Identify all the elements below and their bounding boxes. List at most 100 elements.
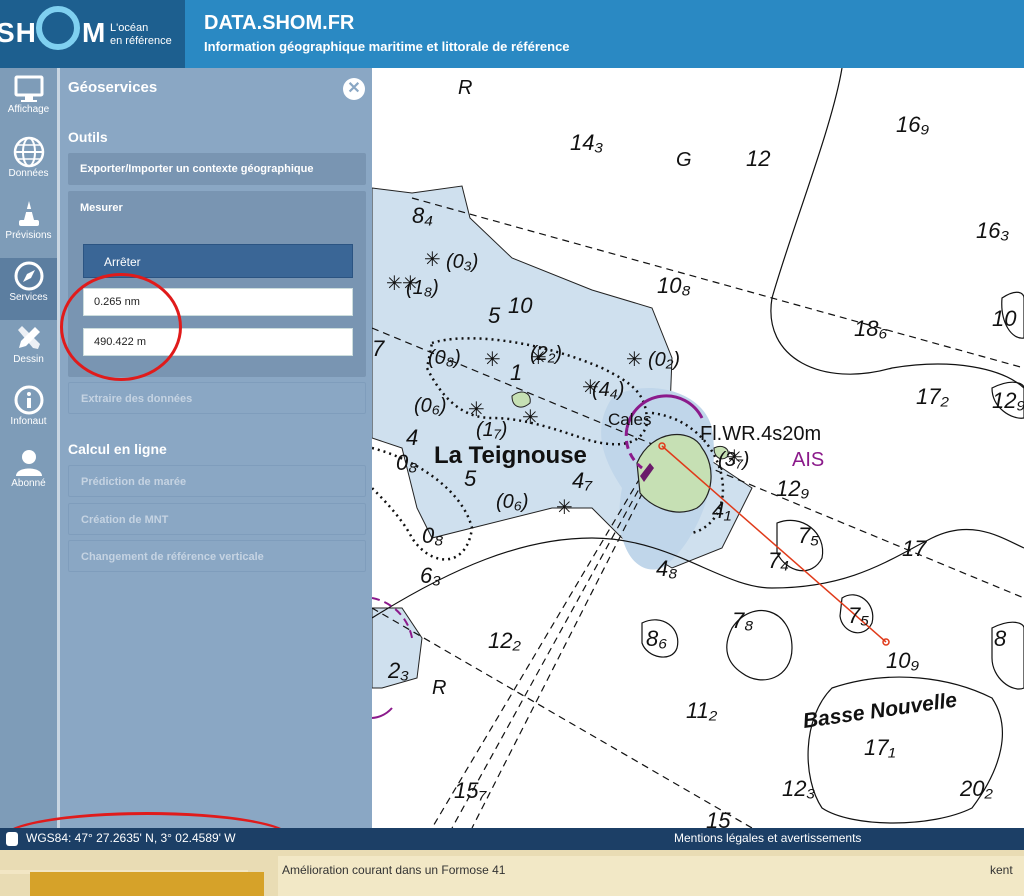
svg-text:6₃: 6₃ (420, 563, 441, 588)
nav-abonne-label: Abonné (11, 478, 46, 489)
nav-affichage-label: Affichage (7, 104, 50, 115)
chart-letter-r-top: R (458, 77, 472, 99)
svg-text:12₉: 12₉ (992, 388, 1024, 413)
svg-text:✳: ✳ (402, 271, 419, 295)
svg-text:17₁: 17₁ (864, 735, 895, 760)
svg-text:(0₆): (0₆) (496, 491, 529, 513)
compass-icon (14, 261, 43, 291)
nav-dessin-label: Dessin (13, 354, 44, 365)
svg-text:4₁: 4₁ (712, 498, 731, 523)
svg-text:14₃: 14₃ (570, 130, 603, 155)
svg-text:✳: ✳ (386, 271, 403, 295)
place-name-label: La Teignouse (434, 442, 587, 469)
svg-text:7₅: 7₅ (798, 523, 819, 548)
light-characteristic-label: Fl.WR.4s20m (700, 423, 821, 445)
nav-previsions-label: Prévisions (5, 230, 52, 241)
svg-text:0₈: 0₈ (396, 450, 417, 475)
nav-previsions[interactable]: Prévisions (0, 196, 57, 258)
site-subtitle: Information géographique maritime et lit… (204, 39, 570, 54)
svg-text:5: 5 (488, 303, 501, 328)
mnt-creation-button[interactable]: Création de MNT (68, 503, 366, 535)
chart-letter-r-bottom: R (432, 677, 446, 699)
svg-text:✳: ✳ (626, 347, 643, 371)
svg-text:✳: ✳ (582, 375, 599, 399)
logo-text-left: SH (0, 17, 37, 48)
background-text: Amélioration courant dans un Formose 41 (282, 863, 506, 877)
nav-services[interactable]: Services (0, 258, 57, 320)
svg-text:5: 5 (464, 466, 477, 491)
export-import-context-button[interactable]: Exporter/Importer un contexte géographiq… (68, 153, 366, 185)
svg-text:(1₇): (1₇) (476, 419, 507, 441)
svg-text:18₆: 18₆ (854, 316, 887, 341)
site-title[interactable]: DATA.SHOM.FR (204, 12, 354, 35)
chart-letter-g: G (676, 149, 692, 171)
extract-data-button[interactable]: Extraire des données (68, 382, 366, 414)
svg-text:7₈: 7₈ (732, 608, 753, 633)
vertical-reference-button[interactable]: Changement de référence verticale (68, 540, 366, 572)
svg-text:10: 10 (508, 293, 533, 318)
logo-tagline: L'océan en référence (110, 22, 172, 48)
svg-text:8₆: 8₆ (646, 626, 667, 651)
cursor-coordinates: WGS84: 47° 27.2635' N, 3° 02.4589' W (26, 831, 236, 845)
svg-text:7: 7 (372, 336, 385, 361)
svg-text:16₃: 16₃ (976, 218, 1009, 243)
buoy-icon (18, 201, 39, 226)
svg-text:7₅: 7₅ (848, 603, 869, 628)
svg-text:15: 15 (706, 808, 731, 828)
geoservices-panel: Géoservices ✕ Outils Exporter/Importer u… (60, 68, 372, 828)
logo-tagline-2: en référence (110, 35, 172, 47)
svg-text:✳: ✳ (726, 445, 743, 469)
svg-text:12₃: 12₃ (782, 776, 815, 801)
mesurer-heading[interactable]: Mesurer (80, 202, 123, 214)
nav-services-label: Services (9, 292, 48, 303)
status-bar: WGS84: 47° 27.2635' N, 3° 02.4589' W Men… (0, 828, 1024, 850)
nav-infonaut-label: Infonaut (10, 416, 47, 427)
close-panel-button[interactable]: ✕ (343, 78, 365, 100)
globe-icon (13, 136, 44, 168)
svg-text:4₇: 4₇ (572, 468, 593, 493)
shom-logo[interactable]: SH M L'océan en référence (0, 0, 185, 68)
nav-donnees-label: Données (8, 168, 49, 179)
svg-text:✳: ✳ (484, 347, 501, 371)
svg-text:✳: ✳ (424, 247, 441, 271)
svg-text:(0₆): (0₆) (414, 395, 447, 417)
background-tab[interactable] (30, 872, 264, 896)
svg-text:✳: ✳ (530, 345, 547, 369)
user-icon (15, 450, 42, 476)
svg-text:17: 17 (902, 536, 927, 561)
nautical-chart-map[interactable]: 14₃ 12 16₉ 16₃ 8₄ 10₈ 18₆ 17₂ 12₉ 10 10 … (372, 68, 1024, 828)
svg-text:17₂: 17₂ (916, 384, 949, 409)
nav-abonne[interactable]: Abonné (0, 444, 57, 506)
nav-donnees[interactable]: Données (0, 134, 57, 196)
svg-text:4: 4 (406, 425, 418, 450)
svg-text:1: 1 (510, 360, 522, 385)
svg-text:(0₈): (0₈) (428, 347, 461, 369)
svg-text:✳: ✳ (522, 405, 539, 429)
nav-affichage[interactable]: Affichage (0, 72, 57, 134)
legal-notices-link[interactable]: Mentions légales et avertissements (674, 831, 861, 845)
panel-title: Géoservices (68, 79, 158, 96)
nav-infonaut[interactable]: Infonaut (0, 382, 57, 444)
nav-dessin[interactable]: Dessin (0, 320, 57, 382)
logo-tagline-1: L'océan (110, 22, 149, 34)
svg-text:10₉: 10₉ (886, 648, 919, 673)
chart-svg: 14₃ 12 16₉ 16₃ 8₄ 10₈ 18₆ 17₂ 12₉ 10 10 … (372, 68, 1024, 828)
svg-text:0₈: 0₈ (422, 523, 443, 548)
background-window: Amélioration courant dans un Formose 41 … (0, 850, 1024, 896)
svg-text:7₄: 7₄ (768, 548, 789, 573)
svg-text:20₂: 20₂ (959, 776, 993, 801)
ais-label: AIS (792, 449, 824, 471)
svg-text:15₇: 15₇ (454, 778, 487, 803)
svg-text:16₉: 16₉ (896, 112, 929, 137)
monitor-icon (14, 75, 43, 102)
svg-text:✳: ✳ (468, 397, 485, 421)
svg-text:✳: ✳ (556, 495, 573, 519)
svg-text:12₉: 12₉ (776, 476, 809, 501)
svg-text:11₂: 11₂ (686, 698, 718, 723)
svg-text:(0₂): (0₂) (648, 349, 680, 371)
svg-text:8₄: 8₄ (412, 203, 433, 228)
tide-prediction-button[interactable]: Prédiction de marée (68, 465, 366, 497)
coordinate-system-toggle[interactable] (6, 832, 18, 846)
svg-text:8: 8 (994, 626, 1007, 651)
pencil-icon (17, 326, 40, 349)
